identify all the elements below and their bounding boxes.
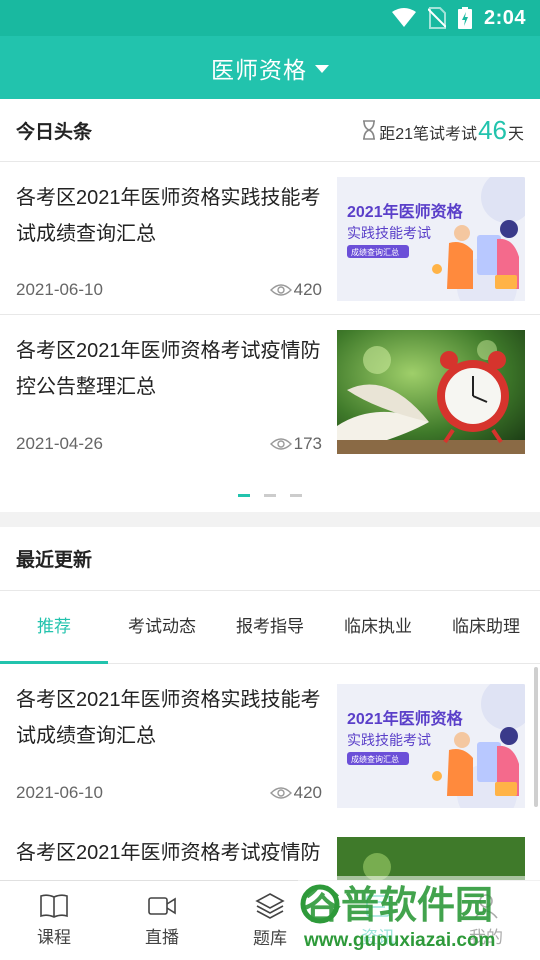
news-date: 2021-06-10 — [16, 783, 103, 802]
nav-news[interactable]: 资讯 — [324, 881, 432, 960]
header-title: 医师资格 — [211, 56, 307, 83]
thumb-badge: 成绩查询汇总 — [351, 247, 399, 257]
news-date: 2021-06-10 — [16, 280, 103, 299]
headline-item[interactable]: 各考区2021年医师资格实践技能考试成绩查询汇总 2021-06-10 420 … — [0, 162, 540, 315]
view-count: 420 — [269, 280, 322, 300]
headlines-header: 今日头条 距21笔试考试 46 天 — [0, 99, 540, 162]
news-title: 各考区2021年医师资格实践技能考试成绩查询汇总 — [16, 187, 321, 245]
no-sim-icon — [427, 7, 446, 29]
view-count: 173 — [269, 434, 322, 454]
news-title: 各考区2021年医师资格考试疫情防 — [16, 842, 321, 864]
recent-list: 各考区2021年医师资格实践技能考试成绩查询汇总 2021-06-10 420 … — [0, 664, 540, 880]
thumb-line1: 2021年医师资格 — [347, 202, 464, 221]
views-number: 420 — [293, 280, 322, 299]
recent-title: 最近更新 — [16, 550, 93, 571]
scrollbar[interactable] — [534, 667, 538, 807]
recent-section: 最近更新 推荐 考试动态 报考指导 临床执业 临床助理 各考区2021年医师资格… — [0, 527, 540, 880]
carousel-indicator — [0, 494, 540, 497]
thumb-line2: 实践技能考试 — [347, 732, 431, 748]
views-number: 420 — [293, 783, 322, 802]
nav-courses[interactable]: 课程 — [0, 881, 108, 960]
exam-countdown: 距21笔试考试 46 天 — [361, 115, 524, 146]
user-icon — [474, 894, 498, 919]
tab-registration-guide[interactable]: 报考指导 — [216, 591, 324, 663]
tab-recommended[interactable]: 推荐 — [0, 591, 108, 663]
nav-label: 资讯 — [361, 928, 395, 947]
nav-label: 课程 — [37, 928, 71, 947]
nav-label: 直播 — [145, 928, 179, 947]
eye-icon — [269, 787, 292, 799]
nav-label: 我的 — [469, 928, 503, 947]
eye-icon — [269, 284, 292, 296]
news-thumbnail: 2021年医师资格 实践技能考试 成绩查询汇总 — [337, 177, 525, 301]
caret-down-icon — [315, 64, 329, 73]
wifi-icon — [391, 8, 416, 27]
thumb-line2: 实践技能考试 — [347, 225, 431, 241]
tab-clinical-practitioner[interactable]: 临床执业 — [324, 591, 432, 663]
news-thumbnail — [337, 837, 525, 880]
nav-profile[interactable]: 我的 — [432, 881, 540, 960]
layers-icon — [255, 893, 285, 919]
exam-type-selector[interactable]: 医师资格 — [211, 51, 329, 85]
thumb-line1: 2021年医师资格 — [347, 709, 464, 728]
news-icon — [366, 895, 390, 917]
carousel-dot[interactable] — [290, 494, 302, 497]
thumb-badge: 成绩查询汇总 — [351, 754, 399, 764]
view-count: 420 — [269, 783, 322, 803]
app-header: 医师资格 — [0, 36, 540, 99]
carousel-dot[interactable] — [264, 494, 276, 497]
category-tabs: 推荐 考试动态 报考指导 临床执业 临床助理 — [0, 591, 540, 664]
news-title: 各考区2021年医师资格实践技能考试成绩查询汇总 — [16, 689, 321, 747]
list-item[interactable]: 各考区2021年医师资格实践技能考试成绩查询汇总 2021-06-10 420 … — [0, 664, 540, 817]
nav-live[interactable]: 直播 — [108, 881, 216, 960]
video-camera-icon — [148, 897, 176, 915]
headlines-section: 今日头条 距21笔试考试 46 天 各考区2021年医师资格实践技能考试成绩查询… — [0, 99, 540, 512]
recent-header: 最近更新 — [0, 527, 540, 591]
nav-question-bank[interactable]: 题库 — [216, 881, 324, 960]
bottom-nav: 课程 直播 题库 资讯 我的 — [0, 880, 540, 960]
headlines-title: 今日头条 — [16, 121, 93, 143]
eye-icon — [269, 438, 292, 450]
carousel-dot[interactable] — [238, 494, 250, 497]
news-title: 各考区2021年医师资格考试疫情防控公告整理汇总 — [16, 340, 321, 398]
countdown-prefix: 距21笔试考试 — [379, 125, 478, 143]
tab-clinical-assistant[interactable]: 临床助理 — [432, 591, 540, 663]
list-item[interactable]: 各考区2021年医师资格考试疫情防 — [0, 817, 540, 880]
news-thumbnail: 2021年医师资格 实践技能考试 成绩查询汇总 — [337, 684, 525, 808]
news-date: 2021-04-26 — [16, 434, 103, 453]
news-thumbnail — [337, 330, 525, 454]
book-icon — [40, 894, 68, 918]
countdown-suffix: 天 — [507, 125, 524, 143]
tab-exam-news[interactable]: 考试动态 — [108, 591, 216, 663]
status-time: 2:04 — [483, 6, 526, 29]
hourglass-icon — [363, 120, 376, 140]
status-bar: 2:04 — [0, 0, 540, 36]
views-number: 173 — [293, 434, 322, 453]
countdown-days: 46 — [478, 114, 507, 145]
nav-label: 题库 — [253, 929, 287, 948]
battery-charging-icon — [457, 7, 472, 29]
headline-item[interactable]: 各考区2021年医师资格考试疫情防控公告整理汇总 2021-04-26 173 — [0, 315, 540, 468]
